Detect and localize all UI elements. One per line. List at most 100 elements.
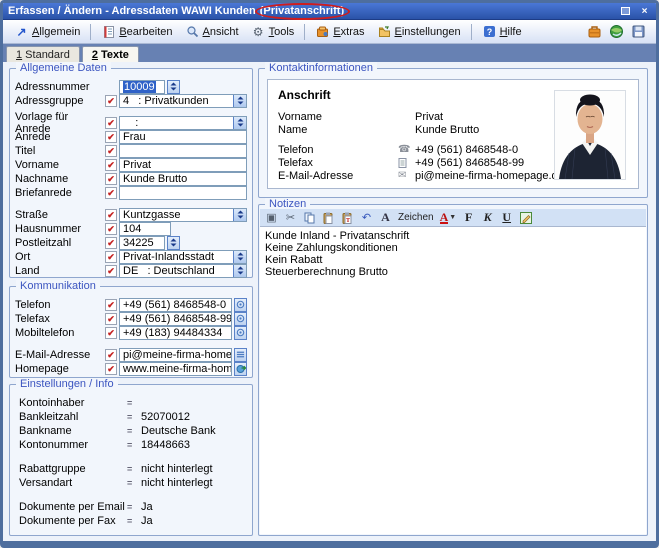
fieldset-notizen: Notizen ▣ ✂ T ↶ A Zeichen A▼ F K U Kunde… (258, 204, 648, 536)
basket-button[interactable] (587, 24, 602, 39)
edit-check-icon[interactable]: ✔ (105, 209, 117, 221)
vorname-input[interactable]: Privat (119, 158, 247, 172)
dropdown-button[interactable] (233, 209, 246, 221)
menu-tools[interactable]: ⚙ Tools (246, 22, 300, 41)
menu-einstellungen[interactable]: Einstellungen (372, 22, 466, 41)
italic-button[interactable]: K (481, 210, 494, 225)
edit-check-icon[interactable]: ✔ (105, 117, 117, 129)
arrow-ne-icon: ↗ (14, 24, 29, 39)
dropdown-button[interactable] (233, 251, 246, 263)
adressgruppe-combo[interactable]: 4 : Privatkunden (119, 94, 247, 108)
edit-check-icon[interactable]: ✔ (105, 173, 117, 185)
telefax-input[interactable]: +49 (561) 8468548-99 (119, 312, 232, 326)
fieldset-legend: Einstellungen / Info (16, 378, 118, 390)
edit-check-icon[interactable]: ✔ (105, 187, 117, 199)
font-button[interactable]: A (379, 210, 392, 225)
menu-ansicht[interactable]: Ansicht (180, 22, 244, 41)
edit-check-icon[interactable]: ✔ (105, 313, 117, 325)
field-row-telefax: Telefax ✔ +49 (561) 8468548-99 (15, 312, 247, 325)
ort-combo[interactable]: Privat-Inlandsstadt (119, 250, 247, 264)
menu-extras[interactable]: Extras (310, 22, 369, 41)
field-row-briefanrede: Briefanrede ✔ (15, 186, 247, 199)
field-row-vorname: Vorname ✔ Privat (15, 158, 247, 171)
adressnummer-input[interactable]: 10009 (119, 80, 165, 94)
notes-editor[interactable]: Kunde Inland - Privatanschrift Keine Zah… (260, 226, 646, 534)
dial-button[interactable] (234, 312, 247, 326)
edit-check-icon[interactable]: ✔ (105, 237, 117, 249)
equals-icon: = (127, 516, 141, 526)
spinner-button[interactable] (167, 236, 180, 250)
fieldset-kontaktinformationen: Kontaktinformationen Anschrift Vorname P… (258, 68, 648, 198)
edit-check-icon[interactable]: ✔ (105, 363, 117, 375)
tab-standard[interactable]: 1 Standard (6, 46, 80, 62)
edit-note-button[interactable] (519, 210, 532, 225)
cut-button[interactable]: ✂ (284, 210, 297, 225)
edit-check-icon[interactable]: ✔ (105, 327, 117, 339)
close-button[interactable]: × (638, 5, 651, 17)
mobiltelefon-input[interactable]: +49 (183) 94484334 (119, 326, 232, 340)
toolbar-separator (90, 24, 91, 40)
dropdown-button[interactable] (233, 117, 246, 129)
bold-button[interactable]: F (462, 210, 475, 225)
toolbar-separator (471, 24, 472, 40)
field-row-telefon: Telefon ✔ +49 (561) 8468548-0 (15, 298, 247, 311)
edit-check-icon[interactable]: ✔ (105, 299, 117, 311)
nachname-input[interactable]: Kunde Brutto (119, 172, 247, 186)
paste-button[interactable] (322, 210, 335, 225)
menu-bearbeiten[interactable]: Bearbeiten (96, 22, 177, 41)
titel-input[interactable] (119, 144, 247, 158)
field-row-strasse: Straße ✔ Kuntzgasse (15, 208, 247, 221)
restore-button[interactable] (619, 5, 632, 17)
undo-button[interactable]: ↶ (360, 210, 373, 225)
edit-check-icon[interactable]: ✔ (105, 159, 117, 171)
homepage-input[interactable]: www.meine-firma-homepage.de (119, 362, 232, 376)
copy-button[interactable] (303, 210, 316, 225)
underline-button[interactable]: U (500, 210, 513, 225)
dial-button[interactable] (234, 298, 247, 312)
app-window: Erfassen / Ändern - Adressdaten WAWI Kun… (0, 0, 659, 548)
edit-check-icon[interactable]: ✔ (105, 131, 117, 143)
edit-check-icon[interactable]: ✔ (105, 145, 117, 157)
menu-allgemein[interactable]: ↗ Allgemein (9, 22, 85, 41)
zeichen-button[interactable]: Zeichen (398, 210, 434, 225)
equals-icon: = (127, 426, 141, 436)
folder-icon (377, 24, 392, 39)
field-row-anrede: Anrede ✔ Frau (15, 130, 247, 143)
telefon-input[interactable]: +49 (561) 8468548-0 (119, 298, 232, 312)
info-row-kontonummer: Kontonummer = 18448663 (19, 438, 247, 451)
dial-button[interactable] (234, 326, 247, 340)
land-combo[interactable]: DE : Deutschland (119, 264, 247, 278)
save-button[interactable] (631, 24, 646, 39)
open-url-button[interactable] (234, 362, 247, 376)
spinner-button[interactable] (167, 80, 180, 94)
window-title-annotated: (Privatanschrift) (260, 5, 344, 17)
edit-check-icon[interactable]: ✔ (105, 265, 117, 277)
briefanrede-input[interactable] (119, 186, 247, 200)
menu-hilfe[interactable]: ? Hilfe (477, 22, 527, 41)
paste-text-button[interactable]: T (341, 210, 354, 225)
info-row-bankname: Bankname = Deutsche Bank (19, 424, 247, 437)
dropdown-button[interactable] (233, 95, 246, 107)
email-list-button[interactable] (234, 348, 247, 362)
globe-button[interactable] (609, 24, 624, 39)
maximize-note-button[interactable]: ▣ (265, 210, 278, 225)
field-row-ort: Ort ✔ Privat-Inlandsstadt (15, 250, 247, 263)
edit-check-icon[interactable]: ✔ (105, 95, 117, 107)
hausnummer-input[interactable]: 104 (119, 222, 171, 236)
email-input[interactable]: pi@meine-firma-homepage.de (119, 348, 232, 362)
anrede-input[interactable]: Frau (119, 130, 247, 144)
equals-icon: = (127, 478, 141, 488)
field-row-postleitzahl: Postleitzahl ✔ 34225 (15, 236, 247, 249)
strasse-combo[interactable]: Kuntzgasse (119, 208, 247, 222)
fieldset-einstellungen-info: Einstellungen / Info Kontoinhaber = Bank… (9, 384, 253, 536)
info-row-versandart: Versandart = nicht hinterlegt (19, 476, 247, 489)
field-row-vorlage-anrede: Vorlage für Anrede ✔ : (15, 116, 247, 129)
dropdown-button[interactable] (233, 265, 246, 277)
edit-check-icon[interactable]: ✔ (105, 349, 117, 361)
font-color-button[interactable]: A▼ (440, 210, 457, 225)
edit-check-icon[interactable]: ✔ (105, 223, 117, 235)
tab-texte[interactable]: 2 Texte (82, 46, 139, 62)
vorlage-anrede-combo[interactable]: : (119, 116, 247, 130)
edit-check-icon[interactable]: ✔ (105, 251, 117, 263)
postleitzahl-input[interactable]: 34225 (119, 236, 165, 250)
